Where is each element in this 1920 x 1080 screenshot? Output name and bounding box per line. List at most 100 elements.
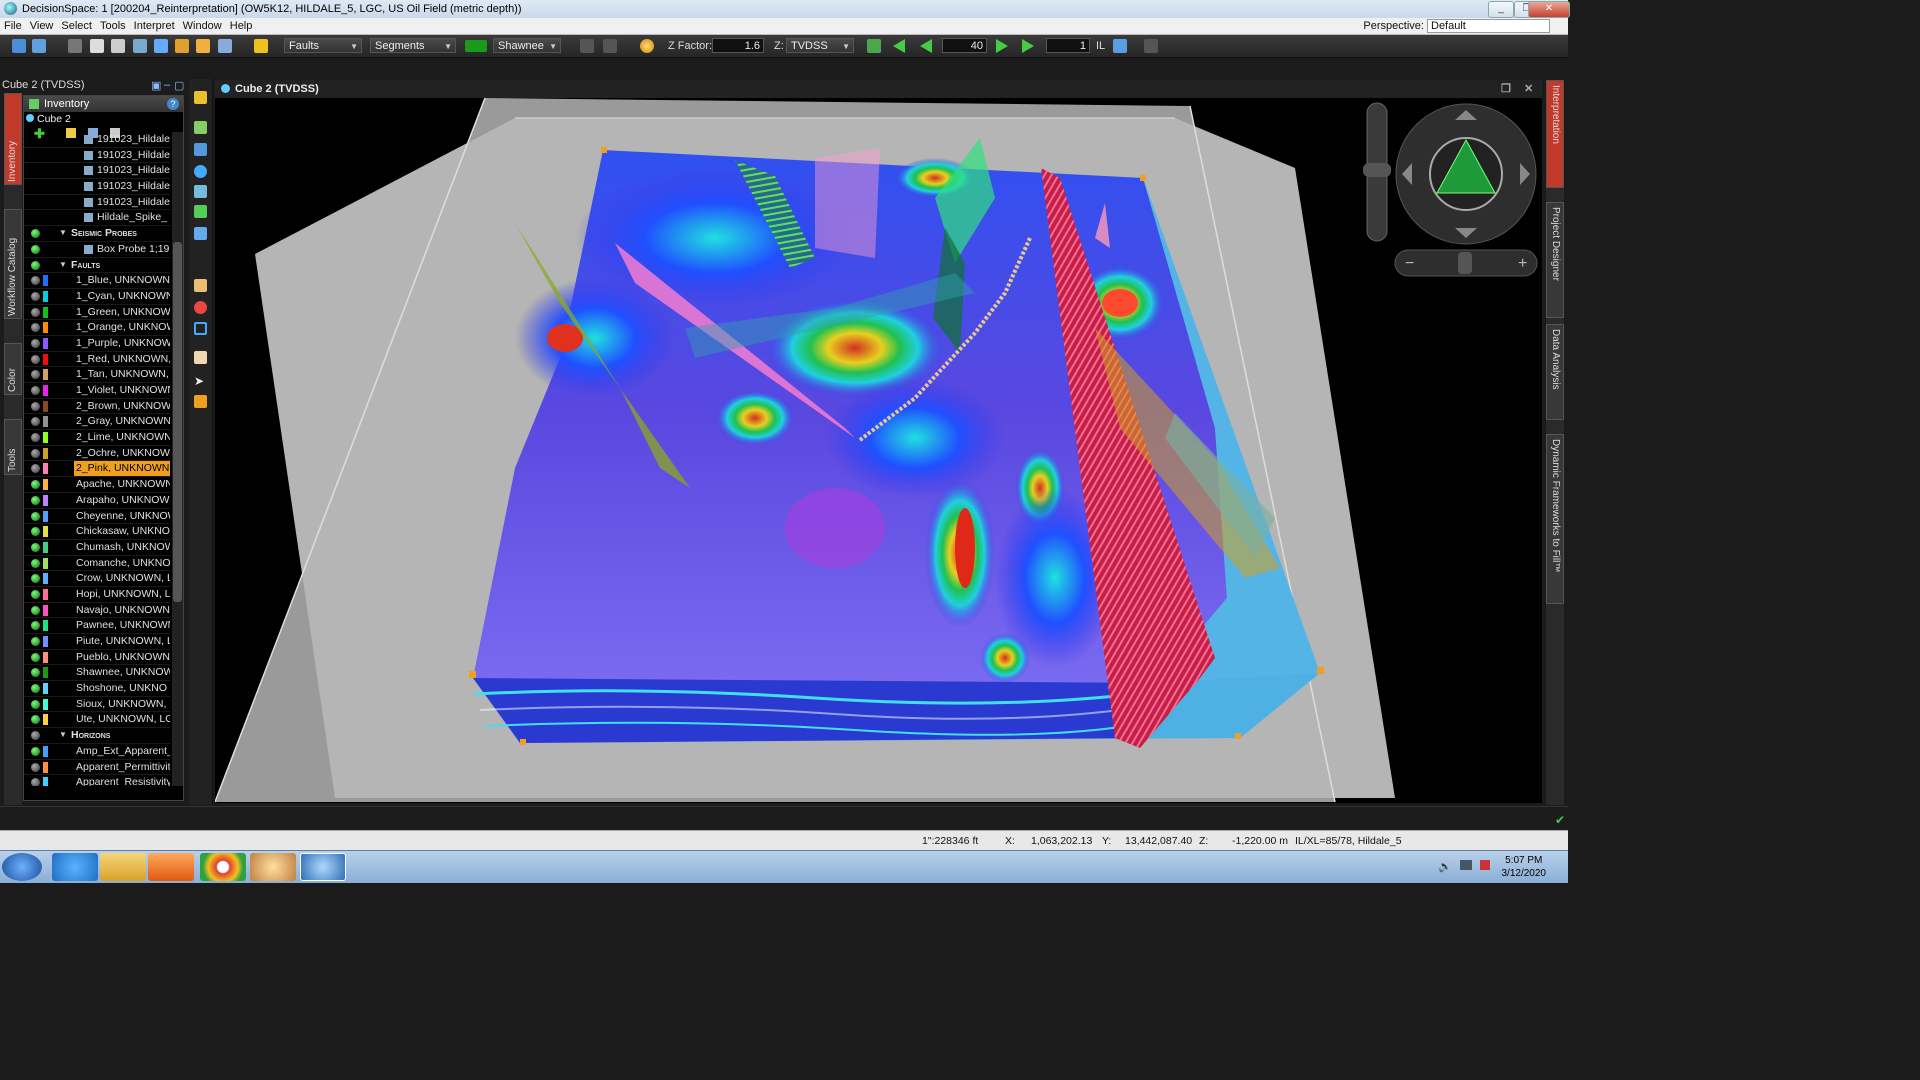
color-swatch[interactable] — [43, 510, 48, 522]
inventory-item[interactable]: 2_Gray, UNKNOWN — [24, 414, 170, 431]
visibility-toggle-icon[interactable] — [31, 401, 40, 411]
visibility-toggle-icon[interactable] — [31, 558, 40, 568]
chrome-icon[interactable] — [200, 853, 246, 881]
menu-tools[interactable]: Tools — [96, 18, 130, 34]
visibility-toggle-icon[interactable] — [31, 527, 40, 537]
expand-chevron-icon[interactable]: ▼ — [59, 258, 67, 273]
panel-menu-icon[interactable]: ▣ — [151, 79, 161, 92]
inventory-item[interactable]: Arapaho, UNKNOWN — [24, 493, 170, 509]
undo-icon[interactable] — [580, 39, 594, 53]
redo-icon[interactable] — [603, 39, 617, 53]
inventory-item[interactable]: 1_Green, UNKNOWN — [24, 305, 170, 321]
visibility-toggle-icon[interactable] — [31, 762, 40, 772]
color-swatch[interactable] — [43, 353, 48, 365]
tool-search-icon[interactable] — [194, 143, 207, 156]
color-swatch[interactable] — [43, 698, 48, 710]
inventory-root[interactable]: Cube 2 — [26, 113, 71, 125]
fault-name-combo[interactable]: Shawnee ▼ — [493, 38, 561, 53]
inventory-scrollbar[interactable] — [172, 132, 183, 786]
color-swatch[interactable] — [43, 573, 48, 585]
expand-chevron-icon[interactable]: ▼ — [59, 728, 67, 743]
visibility-toggle-icon[interactable] — [31, 511, 40, 521]
color-swatch[interactable] — [43, 369, 48, 381]
arrows-icon[interactable] — [175, 39, 189, 53]
color-swatch[interactable] — [43, 432, 48, 444]
save-icon[interactable] — [68, 39, 82, 53]
pause-icon[interactable] — [1144, 39, 1158, 53]
cube-icon[interactable] — [196, 39, 210, 53]
perspective-combo[interactable]: Default — [1427, 19, 1550, 33]
visibility-toggle-icon[interactable] — [31, 464, 40, 474]
tool-box-icon[interactable] — [194, 227, 207, 240]
visibility-toggle-icon[interactable] — [31, 417, 40, 427]
window-icon[interactable] — [111, 39, 125, 53]
panel-maximize-icon[interactable]: ▢ — [174, 79, 184, 92]
lighting-icon[interactable] — [640, 39, 654, 53]
menu-file[interactable]: File — [0, 18, 26, 34]
inventory-item[interactable]: Hildale_Spike_ — [24, 210, 170, 227]
tab-project-designer[interactable]: Project Designer — [1546, 202, 1564, 318]
color-swatch[interactable] — [43, 416, 48, 428]
inventory-item[interactable]: 1_Cyan, UNKNOWN — [24, 289, 170, 305]
inventory-item[interactable]: Apparent_Resistivity — [24, 775, 170, 786]
color-swatch[interactable] — [43, 683, 48, 695]
inventory-item[interactable]: Navajo, UNKNOWN, — [24, 603, 170, 619]
color-swatch[interactable] — [43, 667, 48, 679]
visibility-toggle-icon[interactable] — [31, 637, 40, 646]
step-back-icon[interactable] — [920, 39, 932, 53]
inventory-item[interactable]: 2_Lime, UNKNOWN — [24, 430, 170, 446]
visibility-toggle-icon[interactable] — [31, 778, 40, 786]
visibility-toggle-icon[interactable] — [31, 244, 40, 254]
tool-pointer-icon[interactable]: ➤ — [194, 375, 207, 388]
fit-icon[interactable] — [867, 39, 881, 53]
inventory-category[interactable]: ▼ Horizons — [24, 728, 170, 744]
tool-pan-icon[interactable] — [194, 185, 207, 198]
viewport-close-icon[interactable]: ✕ — [1524, 82, 1533, 95]
inventory-item[interactable]: Box Probe 1;191023 — [24, 242, 170, 258]
zfactor-input[interactable]: 1.6 — [712, 38, 764, 53]
media-player-icon[interactable] — [148, 853, 194, 881]
color-swatch[interactable] — [43, 761, 48, 773]
inventory-item[interactable]: 1_Red, UNKNOWN, — [24, 352, 170, 368]
color-swatch[interactable] — [43, 290, 48, 302]
color-swatch[interactable] — [43, 526, 48, 538]
inventory-item[interactable]: 2_Ochre, UNKNOWN — [24, 446, 170, 462]
inventory-item[interactable]: Comanche, UNKNO — [24, 556, 170, 572]
color-swatch[interactable] — [43, 322, 48, 334]
tab-interpretation[interactable]: Interpretation — [1546, 80, 1564, 188]
visibility-toggle-icon[interactable] — [31, 746, 40, 756]
increment-input[interactable]: 1 — [1046, 38, 1090, 53]
expand-chevron-icon[interactable]: ▼ — [59, 226, 67, 241]
camera-icon[interactable] — [218, 39, 232, 53]
step-input[interactable]: 40 — [942, 38, 987, 53]
play-icon[interactable] — [1022, 39, 1034, 53]
globe-icon[interactable] — [133, 39, 147, 53]
visibility-toggle-icon[interactable] — [31, 370, 40, 380]
visibility-toggle-icon[interactable] — [31, 276, 40, 286]
decisionspace-icon[interactable] — [300, 853, 346, 881]
seismic-cube-scene[interactable]: − + — [215, 98, 1542, 803]
visibility-toggle-icon[interactable] — [31, 354, 40, 364]
visibility-toggle-icon[interactable] — [31, 260, 40, 270]
visibility-toggle-icon[interactable] — [31, 589, 40, 599]
visibility-toggle-icon[interactable] — [31, 323, 40, 333]
visibility-toggle-icon[interactable] — [31, 433, 40, 443]
fault-color-swatch[interactable] — [465, 40, 487, 52]
visibility-toggle-icon[interactable] — [31, 621, 40, 631]
inventory-item[interactable]: 2_Pink, UNKNOWN, — [24, 461, 170, 478]
visibility-toggle-icon[interactable] — [31, 605, 40, 615]
color-swatch[interactable] — [43, 714, 48, 726]
color-swatch[interactable] — [43, 777, 48, 786]
inventory-item[interactable]: 1_Violet, UNKNOWN — [24, 383, 170, 399]
color-swatch[interactable] — [43, 588, 48, 600]
tab-dynamic-frameworks[interactable]: Dynamic Frameworks to Fill™ — [1546, 434, 1564, 604]
visibility-toggle-icon[interactable] — [31, 229, 40, 239]
paint-icon[interactable] — [250, 853, 296, 881]
visibility-toggle-icon[interactable] — [31, 574, 40, 584]
inventory-item[interactable]: 191023_Hildale — [24, 132, 170, 148]
explorer-icon[interactable] — [100, 853, 146, 881]
inventory-item[interactable]: 191023_Hildale — [24, 163, 170, 180]
zoom-slider-thumb[interactable] — [1363, 163, 1391, 177]
color-swatch[interactable] — [43, 651, 48, 663]
inventory-item[interactable]: 191023_Hildale — [24, 148, 170, 164]
